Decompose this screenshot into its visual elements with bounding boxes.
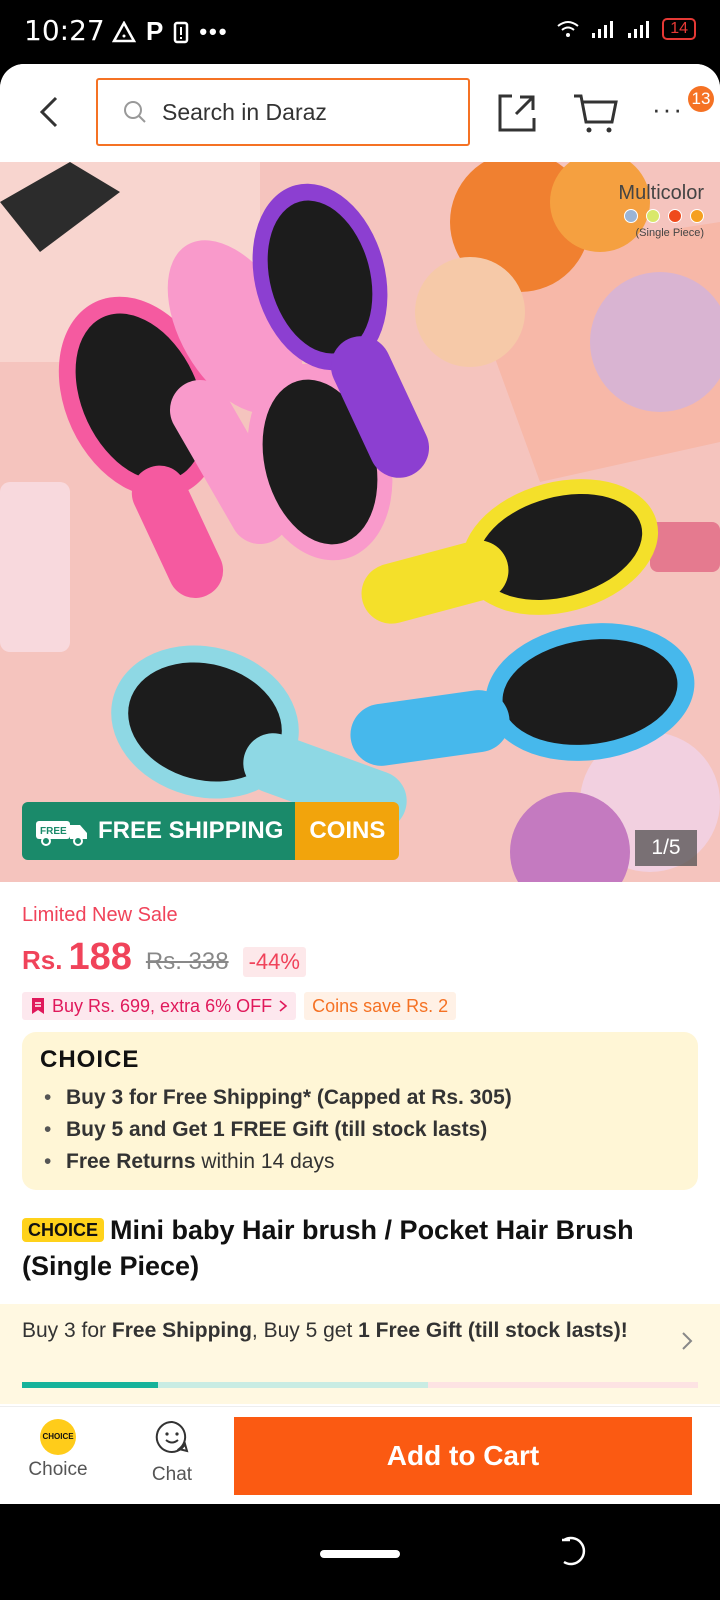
chevron-right-icon	[682, 1332, 693, 1350]
chat-nav-label: Chat	[151, 1464, 193, 1485]
benefit-item: Buy 3 for Free Shipping* (Capped at Rs. …	[40, 1082, 680, 1114]
cart-badge: 13	[688, 86, 714, 112]
choice-coin-icon: CHOICE	[40, 1419, 76, 1455]
benefit-item-3-bold: Free Returns	[66, 1150, 196, 1173]
choice-badge: CHOICE	[22, 1218, 105, 1242]
free-shipping-banner: FREE FREE SHIPPING COINS	[22, 802, 400, 860]
choice-logo: CHOICE	[40, 1046, 140, 1073]
bundle-offer-bar[interactable]: Buy 3 for Free Shipping, Buy 5 get 1 Fre…	[0, 1304, 720, 1404]
signal-icon	[592, 21, 614, 38]
product-title-text: Mini baby Hair brush / Pocket Hair Brush…	[22, 1215, 634, 1281]
chat-nav-button[interactable]: Chat	[132, 1419, 212, 1486]
image-counter: 1/5	[635, 830, 697, 866]
swatch-yellow	[646, 209, 660, 223]
battery-indicator: 14	[662, 18, 696, 40]
bundle-part-2: , Buy 5 get	[251, 1319, 359, 1342]
voucher-promo[interactable]: Buy Rs. 699, extra 6% OFF	[22, 992, 297, 1020]
product-image[interactable]: Multicolor (Single Piece) FREE FREE SHIP…	[0, 162, 720, 882]
status-bar: 10:27 P ••• 14	[0, 0, 720, 64]
search-placeholder: Search in Daraz	[162, 98, 327, 125]
bundle-progress-fill	[22, 1382, 158, 1388]
original-price: Rs. 338	[145, 948, 229, 975]
free-tag-text: FREE	[40, 826, 67, 837]
sale-label: Limited New Sale	[22, 904, 178, 926]
price-row: Rs. 188 Rs. 338 -44%	[22, 936, 306, 979]
bottom-action-bar: CHOICE Choice Chat Add to Cart	[0, 1406, 720, 1504]
status-notification-icons: P •••	[112, 16, 228, 47]
swatch-blue	[624, 209, 638, 223]
choice-benefits-box: CHOICE Buy 3 for Free Shipping* (Capped …	[22, 1032, 698, 1190]
voucher-promo-text: Buy Rs. 699, extra 6% OFF	[52, 996, 273, 1016]
multicolor-title: Multicolor	[618, 182, 704, 204]
coins-save-tag: Coins save Rs. 2	[304, 992, 457, 1020]
status-time: 10:27	[24, 14, 105, 47]
search-input[interactable]: Search in Daraz	[96, 78, 470, 146]
chevron-right-icon	[279, 1000, 288, 1012]
color-variant-overlay: Multicolor (Single Piece)	[618, 182, 704, 239]
color-swatches	[618, 209, 704, 223]
product-page: Search in Daraz ··· 13 Multicolor (Singl…	[0, 64, 720, 1504]
share-icon[interactable]	[496, 92, 538, 134]
discount-badge: -44%	[242, 947, 306, 977]
wifi-icon	[557, 21, 579, 37]
current-price: 188	[68, 936, 132, 978]
product-title: CHOICE Mini baby Hair brush / Pocket Hair…	[22, 1212, 702, 1284]
swatch-orange	[690, 209, 704, 223]
more-dots-icon: •••	[199, 18, 229, 44]
benefit-item-1: Buy 3 for Free Shipping* (Capped at Rs. …	[66, 1086, 512, 1109]
benefit-item: Buy 5 and Get 1 FREE Gift (till stock la…	[40, 1114, 680, 1146]
signal-icon-2	[628, 21, 650, 38]
multicolor-subtitle: (Single Piece)	[635, 227, 704, 239]
free-shipping-tag: FREE FREE SHIPPING	[22, 802, 296, 860]
benefit-item: Free Returns within 14 days	[40, 1146, 680, 1178]
parking-icon: P	[146, 16, 164, 46]
chat-icon	[155, 1420, 189, 1453]
bundle-progress-segment	[158, 1382, 428, 1388]
product-photo	[0, 162, 720, 882]
choice-benefits-list: Buy 3 for Free Shipping* (Capped at Rs. …	[40, 1082, 680, 1178]
battery-alert-icon	[174, 21, 189, 43]
voucher-icon	[32, 998, 44, 1014]
bundle-offer-text: Buy 3 for Free Shipping, Buy 5 get 1 Fre…	[22, 1318, 662, 1344]
cart-icon[interactable]	[572, 90, 618, 136]
free-shipping-text: FREE SHIPPING	[98, 817, 284, 844]
alert-icon	[112, 20, 136, 42]
choice-nav-button[interactable]: CHOICE Choice	[18, 1419, 98, 1481]
choice-nav-label: Choice	[28, 1459, 88, 1480]
price-currency: Rs.	[22, 945, 63, 975]
status-system-icons: 14	[556, 18, 696, 40]
home-gesture-pill[interactable]	[320, 1550, 400, 1558]
bundle-part-1: Buy 3 for	[22, 1319, 112, 1342]
coins-tag: COINS	[295, 802, 400, 860]
top-bar: Search in Daraz ··· 13	[0, 64, 720, 162]
promo-row: Buy Rs. 699, extra 6% OFF Coins save Rs.…	[22, 992, 457, 1020]
bundle-progress-bar	[22, 1382, 698, 1388]
rotate-screen-icon[interactable]	[556, 1534, 590, 1568]
add-to-cart-button[interactable]: Add to Cart	[234, 1417, 692, 1495]
bundle-bold-2: 1 Free Gift (till stock lasts)!	[358, 1319, 628, 1342]
swatch-red	[668, 209, 682, 223]
bundle-progress-rest	[428, 1382, 698, 1388]
benefit-item-3-rest: within 14 days	[195, 1150, 335, 1173]
system-nav-bar	[0, 1504, 720, 1600]
bundle-bold-1: Free Shipping	[111, 1319, 252, 1342]
search-icon	[124, 101, 146, 123]
benefit-item-2: Buy 5 and Get 1 FREE Gift (till stock la…	[66, 1118, 488, 1141]
delivery-truck-icon: FREE	[36, 821, 87, 846]
back-arrow-icon[interactable]	[30, 92, 70, 132]
